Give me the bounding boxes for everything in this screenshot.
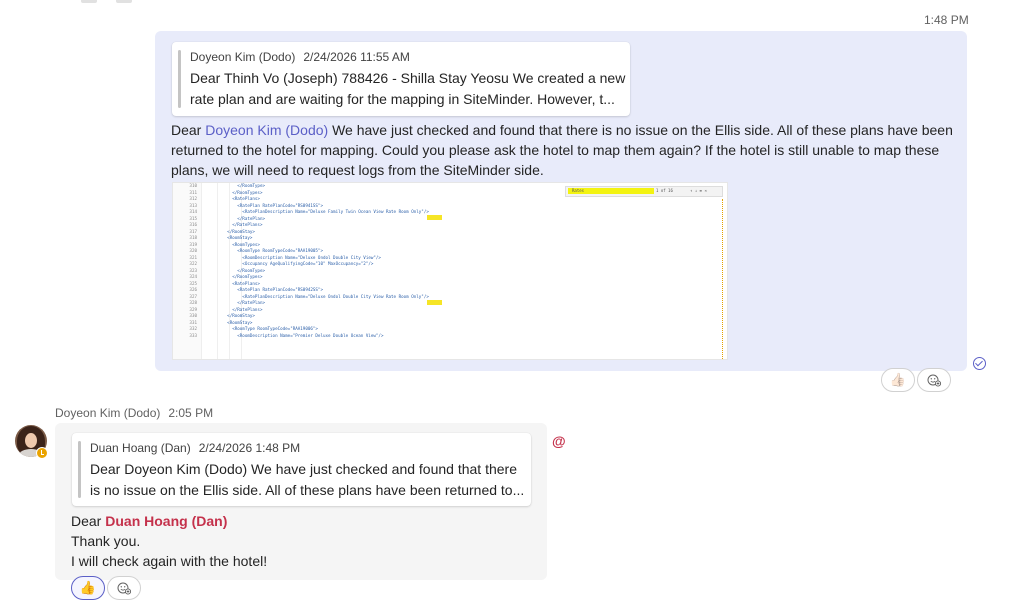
mention-doyeon[interactable]: Doyeon Kim (Dodo) [205, 122, 328, 138]
toolbar-stub-1 [81, 0, 97, 3]
mention-duan[interactable]: Duan Hoang (Dan) [105, 513, 227, 529]
find-nav-icons[interactable]: ↑ ↓ ≡ ✕ [690, 188, 707, 193]
message-timestamp: 1:48 PM [924, 13, 969, 27]
quote-line-2: is no issue on the Ellis side. All of th… [90, 482, 525, 498]
quoted-reply[interactable]: Duan Hoang (Dan) 2/24/2026 1:48 PM Dear D… [72, 433, 531, 506]
add-reaction-button[interactable] [107, 576, 141, 600]
like-emoji-icon: 👍 [79, 580, 97, 595]
reaction-like-button[interactable]: 👍 [71, 576, 105, 600]
body-line-1: We have just checked and found that ther… [328, 122, 953, 138]
find-counter: 1 of 16 [656, 188, 673, 193]
search-highlight [427, 300, 442, 305]
away-status-icon [36, 447, 48, 459]
avatar-face [25, 433, 37, 448]
quote-bar [178, 50, 181, 108]
like-emoji-icon: 👍 [889, 372, 907, 387]
xml-screenshot-image[interactable]: 310 311 312 313 314 315 316 317 318 319 320 321 322 3… [172, 182, 728, 360]
body-line-3: I will check again with the hotel! [71, 553, 268, 569]
code-line: <RatePlanDescription Name="Deluxe Family… [207, 209, 429, 214]
greeting: Dear [171, 122, 202, 138]
sender-time: 2:05 PM [168, 406, 214, 420]
find-bar[interactable]: Rates 1 of 16 ↑ ↓ ≡ ✕ [565, 186, 723, 197]
quote-bar [78, 441, 81, 498]
body-line-2: Thank you. [71, 533, 141, 549]
body-line-2: returned to the hotel for mapping. Could… [171, 142, 940, 158]
sender-header: Doyeon Kim (Dodo) 2:05 PM [55, 406, 213, 420]
scroll-markers [722, 199, 725, 359]
quote-text: Dear Thinh Vo (Joseph) 788426 - Shilla S… [190, 68, 625, 110]
quote-text: Dear Doyeon Kim (Dodo) We have just chec… [90, 459, 524, 501]
emoji-add-icon [117, 582, 131, 595]
seen-check-icon [973, 357, 986, 370]
quoted-reply[interactable]: Doyeon Kim (Dodo) 2/24/2026 11:55 AM Dear… [172, 42, 630, 116]
message-body: Dear Doyeon Kim (Dodo) We have just chec… [171, 120, 961, 180]
quote-author: Doyeon Kim (Dodo) [190, 50, 296, 64]
message-body: Dear Duan Hoang (Dan) Thank you. I will … [71, 511, 531, 571]
other-message-bubble[interactable]: Duan Hoang (Dan) 2/24/2026 1:48 PM Dear D… [55, 423, 547, 580]
quote-timestamp: 2/24/2026 11:55 AM [303, 50, 410, 64]
quote-line-1: Dear Thinh Vo (Joseph) 788426 - Shilla S… [190, 70, 626, 86]
toolbar-stub-2 [116, 0, 132, 3]
quote-header: Doyeon Kim (Dodo) 2/24/2026 11:55 AM [190, 50, 410, 64]
quote-line-2: rate plan and are waiting for the mappin… [190, 91, 615, 107]
code-line: <RoomDescription Name="Premier Deluxe Do… [207, 332, 384, 338]
body-line-3: plans, we will need to request logs from… [171, 162, 544, 178]
emoji-add-icon [927, 374, 941, 387]
quote-header: Duan Hoang (Dan) 2/24/2026 1:48 PM [90, 441, 300, 455]
line-number-gutter: 310 311 312 313 314 315 316 317 318 319 320 321 322 3… [173, 183, 202, 359]
quote-timestamp: 2/24/2026 1:48 PM [198, 441, 301, 455]
reaction-like-button[interactable]: 👍 [881, 368, 915, 392]
line-number: 333 [189, 332, 197, 338]
sender-name[interactable]: Doyeon Kim (Dodo) [55, 406, 160, 420]
xml-code: </RoomType> </RoomTypes> <RatePlans> <Ra… [207, 183, 429, 339]
search-highlight [427, 215, 442, 220]
quote-line-1: Dear Doyeon Kim (Dodo) We have just chec… [90, 461, 517, 477]
greeting: Dear [71, 513, 102, 529]
add-reaction-button[interactable] [917, 368, 951, 392]
find-text: Rates [572, 188, 585, 193]
mention-at-icon: @ [552, 433, 566, 449]
quote-author: Duan Hoang (Dan) [90, 441, 191, 455]
